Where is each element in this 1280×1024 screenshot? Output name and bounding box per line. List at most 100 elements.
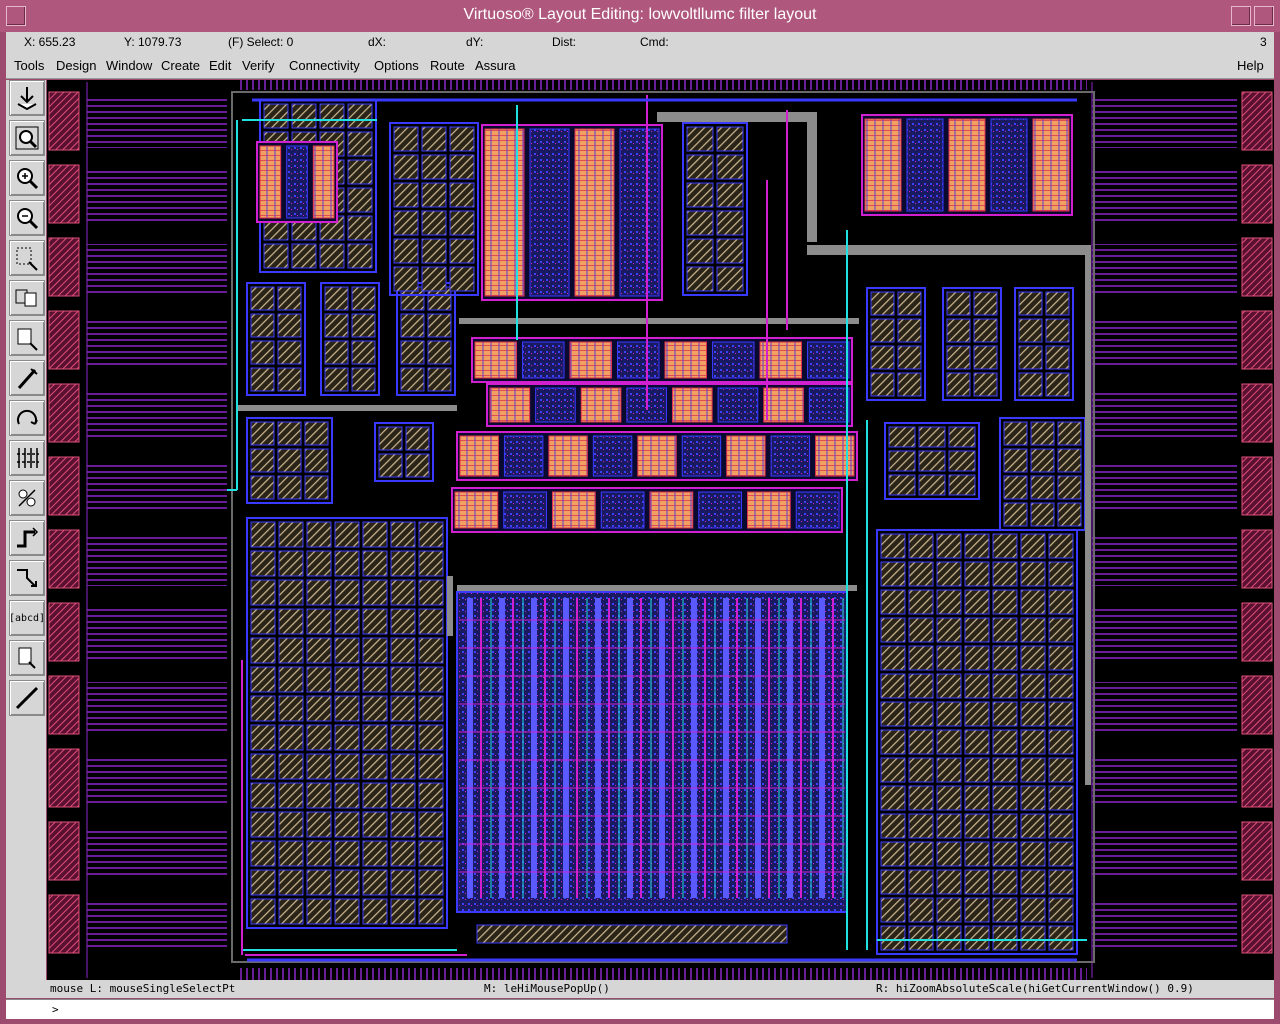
io-pad	[48, 821, 80, 881]
menu-verify[interactable]: Verify	[242, 58, 275, 73]
window-title: Virtuoso® Layout Editing: lowvoltllumc f…	[463, 6, 817, 23]
instance-icon[interactable]	[9, 480, 45, 516]
maximize-button[interactable]	[1254, 6, 1274, 26]
delete-icon[interactable]	[9, 360, 45, 396]
command-prompt: >	[52, 1003, 59, 1016]
menu-connectivity[interactable]: Connectivity	[289, 58, 360, 73]
pad-route	[237, 968, 1087, 980]
pad-route	[87, 98, 227, 148]
transistor-row	[471, 337, 853, 383]
resistor-block	[396, 282, 456, 396]
io-pad	[48, 383, 80, 443]
pad-route	[1092, 755, 1237, 805]
menu-design[interactable]: Design	[56, 58, 96, 73]
io-pad	[1241, 91, 1273, 151]
title-bar[interactable]: Virtuoso® Layout Editing: lowvoltllumc f…	[0, 0, 1280, 32]
layout-window: Virtuoso® Layout Editing: lowvoltllumc f…	[0, 0, 1280, 1024]
resistor-block	[682, 122, 748, 296]
menu-edit[interactable]: Edit	[209, 58, 231, 73]
pad-route	[87, 609, 227, 659]
pad-route	[1092, 682, 1237, 732]
menu-help[interactable]: Help	[1237, 58, 1264, 73]
pad-route	[1092, 536, 1237, 586]
mouse-middle-binding: M: leHiMousePopUp()	[484, 982, 610, 995]
tool-palette: [abcd]	[6, 80, 46, 980]
pad-route	[1092, 828, 1237, 878]
coordinate-bar: X: 655.23 Y: 1079.73 (F) Select: 0 dX: d…	[6, 32, 1274, 54]
resistor-block	[246, 417, 333, 504]
minimize-button[interactable]	[1231, 6, 1251, 26]
io-pad	[48, 675, 80, 735]
io-pad	[1241, 237, 1273, 297]
main-transistor-array	[456, 591, 848, 944]
transistor-row	[486, 383, 853, 427]
copy-icon[interactable]	[9, 280, 45, 316]
pad-route	[237, 80, 1087, 90]
pad-route	[87, 901, 227, 951]
path-icon[interactable]	[9, 520, 45, 556]
pad-route	[87, 682, 227, 732]
io-pad	[48, 602, 80, 662]
io-pad	[48, 237, 80, 297]
pad-route	[87, 536, 227, 586]
pad-route	[1092, 244, 1237, 294]
zoom-out-icon[interactable]	[9, 200, 45, 236]
mouse-right-binding: R: hiZoomAbsoluteScale(hiGetCurrentWindo…	[876, 982, 1194, 995]
polygon-icon[interactable]	[9, 560, 45, 596]
transistor-row	[456, 431, 858, 481]
mouse-left-binding: mouse L: mouseSingleSelectPt	[50, 982, 236, 995]
menu-create[interactable]: Create	[161, 58, 200, 73]
label-icon[interactable]: [abcd]	[9, 600, 45, 636]
io-pad	[1241, 383, 1273, 443]
transistor-block	[481, 124, 663, 301]
pad-route	[1092, 98, 1237, 148]
pad-route	[87, 317, 227, 367]
io-pad	[1241, 164, 1273, 224]
io-pad	[48, 456, 80, 516]
menu-tools[interactable]: Tools	[14, 58, 44, 73]
resistor-block	[389, 122, 479, 296]
io-pad	[48, 529, 80, 589]
pad-route	[87, 463, 227, 513]
menu-options[interactable]: Options	[374, 58, 419, 73]
rectangle-icon[interactable]	[9, 640, 45, 676]
label-tool-text: [abcd]	[8, 612, 46, 624]
io-pad	[48, 748, 80, 808]
ruler-icon[interactable]	[9, 680, 45, 716]
pad-route	[87, 390, 227, 440]
menu-assura[interactable]: Assura	[475, 58, 515, 73]
transistor-block	[861, 114, 1073, 216]
resistor-block	[246, 282, 306, 396]
command-input-line[interactable]: >	[6, 999, 1274, 1019]
pad-route	[87, 828, 227, 878]
save-icon[interactable]	[9, 80, 45, 116]
layout-canvas[interactable]	[47, 80, 1274, 980]
pad-route	[87, 171, 227, 221]
x-coordinate: X: 655.23	[24, 35, 76, 49]
transistor-block	[256, 141, 338, 223]
menu-window[interactable]: Window	[106, 58, 152, 73]
capacitor-array-left	[246, 517, 448, 929]
zoom-in-icon[interactable]	[9, 160, 45, 196]
menu-route[interactable]: Route	[430, 58, 465, 73]
window-number: 3	[1260, 35, 1267, 49]
chip-layout	[48, 80, 1273, 980]
pad-route	[1092, 463, 1237, 513]
move-icon[interactable]	[9, 320, 45, 356]
io-pad	[48, 310, 80, 370]
pad-route	[87, 244, 227, 294]
resistor-block	[374, 422, 434, 482]
zoom-fit-icon[interactable]	[9, 120, 45, 156]
io-pad	[1241, 529, 1273, 589]
undo-icon[interactable]	[9, 400, 45, 436]
resistor-block	[884, 422, 980, 500]
pad-route	[1092, 171, 1237, 221]
cmd-readout: Cmd:	[640, 35, 669, 49]
io-pad	[1241, 310, 1273, 370]
menu-bar: Tools Design Window Create Edit Verify C…	[6, 54, 1274, 79]
property-icon[interactable]	[9, 440, 45, 476]
pad-route	[1092, 609, 1237, 659]
resistor-block	[866, 287, 926, 401]
stretch-icon[interactable]	[9, 240, 45, 276]
dx-readout: dX:	[368, 35, 387, 49]
